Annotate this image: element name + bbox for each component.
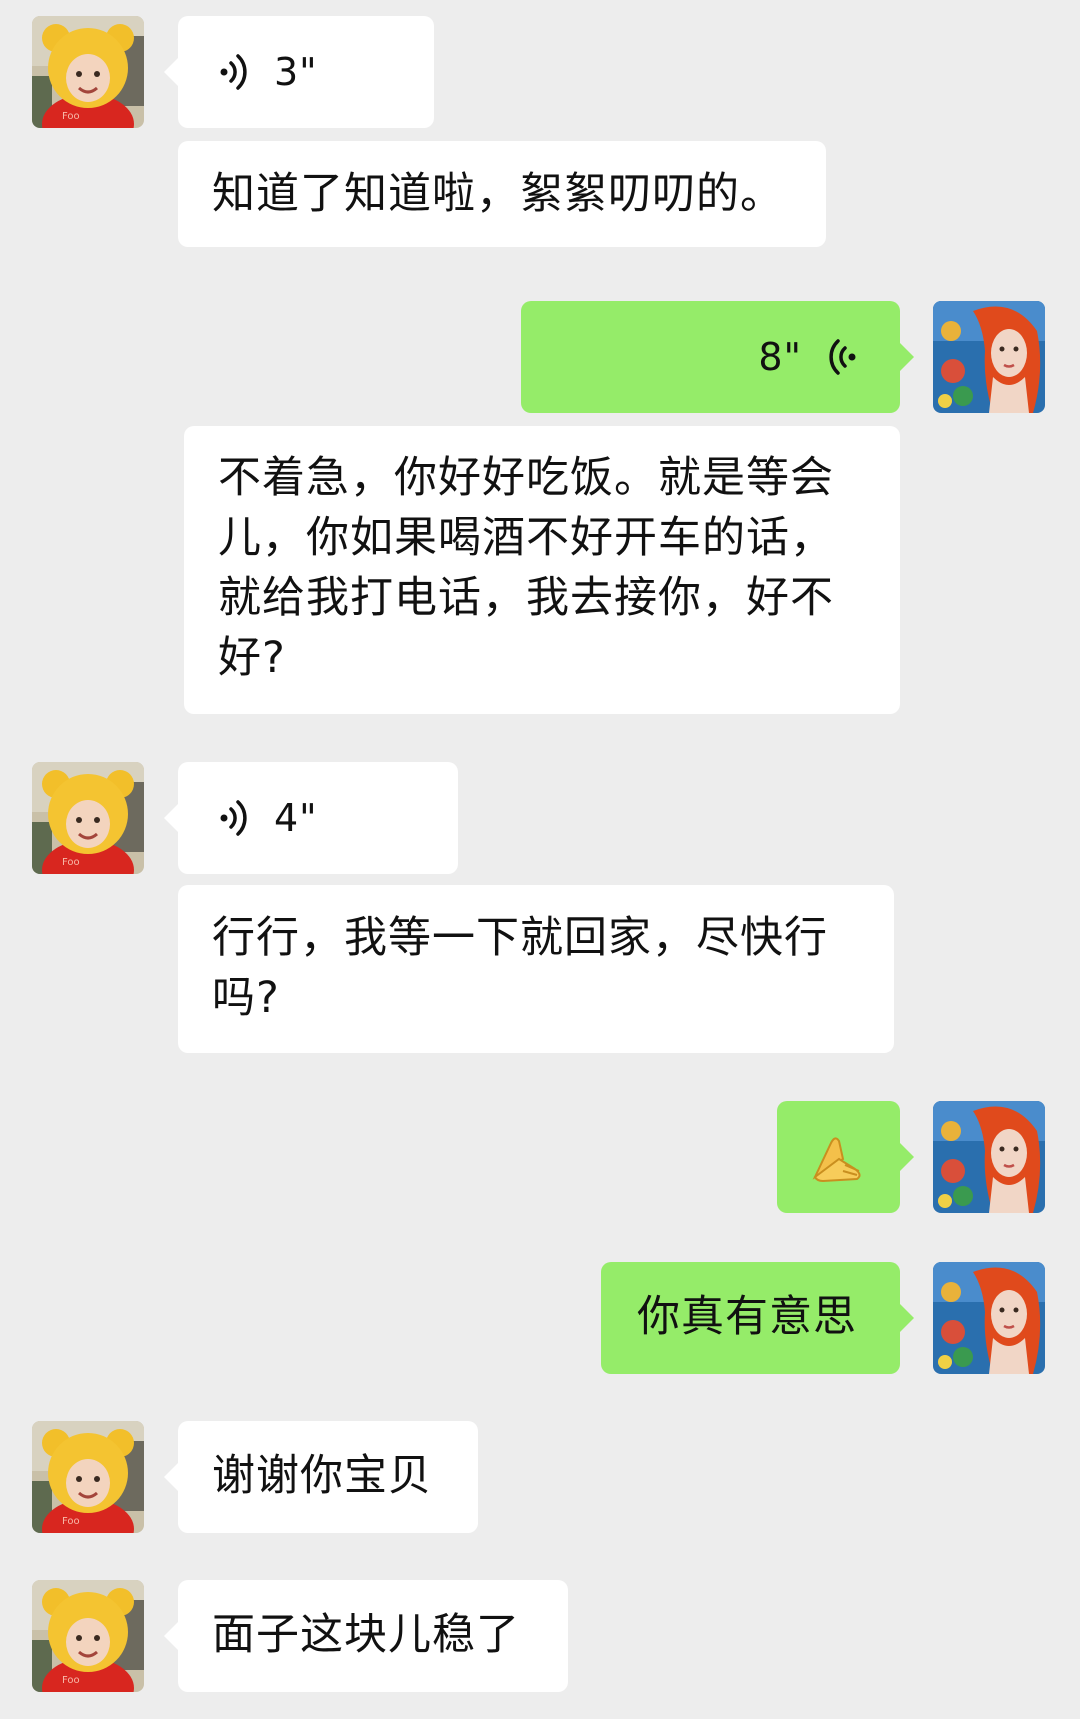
incoming-avatar[interactable] xyxy=(32,1421,144,1533)
outgoing-avatar[interactable] xyxy=(933,1262,1045,1374)
text-message[interactable]: 行行，我等一下就回家，尽快行吗? xyxy=(178,885,894,1053)
message-text: 行行，我等一下就回家，尽快行吗? xyxy=(212,913,828,1023)
message-text: 不着急，你好好吃饭。就是等会儿，你如果喝酒不好开车的话，就给我打电话，我去接你，… xyxy=(218,453,834,683)
outgoing-avatar[interactable] xyxy=(933,301,1045,413)
text-message[interactable]: 不着急，你好好吃饭。就是等会儿，你如果喝酒不好开车的话，就给我打电话，我去接你，… xyxy=(184,426,900,714)
message-text: 面子这块儿稳了 xyxy=(212,1610,520,1660)
text-message[interactable]: 你真有意思 xyxy=(601,1262,914,1374)
message-text: 知道了知道啦，絮絮叨叨的。 xyxy=(212,169,784,219)
text-message[interactable]: 谢谢你宝贝 xyxy=(164,1421,478,1533)
voice-message[interactable]: 4" xyxy=(164,762,458,874)
voice-message[interactable]: 8" xyxy=(521,301,914,413)
voice-duration: 8" xyxy=(758,335,802,379)
text-message[interactable]: 知道了知道啦，絮絮叨叨的。 xyxy=(178,141,826,247)
incoming-avatar[interactable] xyxy=(32,1580,144,1692)
voice-duration: 3" xyxy=(274,50,318,94)
voice-message[interactable]: 3" xyxy=(164,16,434,128)
emoji-message[interactable] xyxy=(777,1101,914,1213)
voice-duration: 4" xyxy=(274,796,318,840)
incoming-avatar[interactable] xyxy=(32,16,144,128)
message-text: 你真有意思 xyxy=(637,1292,857,1342)
voice-wave-icon xyxy=(216,50,256,94)
voice-wave-icon xyxy=(820,335,860,379)
voice-wave-icon xyxy=(216,796,256,840)
incoming-avatar[interactable] xyxy=(32,762,144,874)
folded-hands-icon xyxy=(812,1137,861,1183)
message-text: 谢谢你宝贝 xyxy=(212,1451,432,1501)
text-message[interactable]: 面子这块儿稳了 xyxy=(164,1580,568,1692)
outgoing-avatar[interactable] xyxy=(933,1101,1045,1213)
